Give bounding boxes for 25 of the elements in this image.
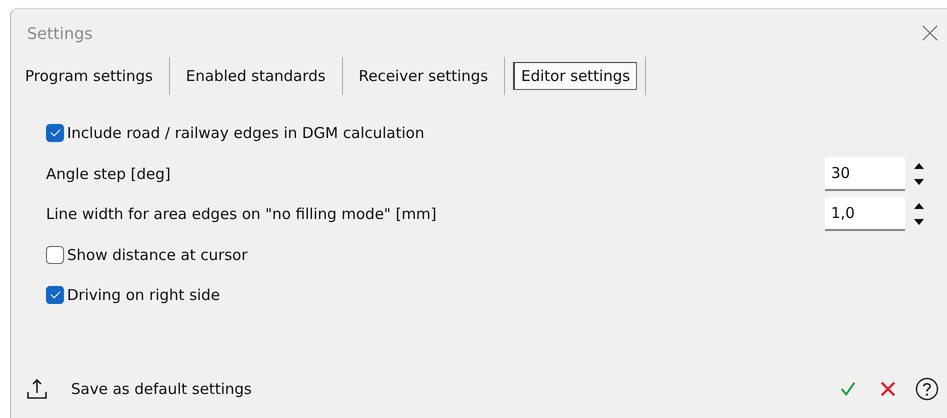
checkbox-label[interactable]: Driving on right side bbox=[67, 286, 220, 304]
down-arrow-icon[interactable] bbox=[913, 218, 925, 226]
down-arrow-icon[interactable] bbox=[913, 178, 925, 186]
up-arrow-icon[interactable] bbox=[913, 202, 925, 210]
tab[interactable]: Program settings bbox=[17, 63, 161, 89]
check-icon[interactable] bbox=[839, 380, 857, 398]
close-icon[interactable] bbox=[921, 24, 939, 42]
checkbox[interactable] bbox=[46, 124, 64, 142]
cancel-icon[interactable] bbox=[879, 380, 897, 398]
help-icon[interactable] bbox=[915, 377, 939, 401]
setting-label: Angle step [deg] bbox=[46, 164, 171, 183]
setting-label: Line width for area edges on "no filling mode" [mm] bbox=[46, 205, 437, 224]
checkbox-label[interactable]: Include road / railway edges in DGM calculation bbox=[67, 124, 424, 142]
up-arrow-icon[interactable] bbox=[913, 162, 925, 170]
window-title: Settings bbox=[27, 24, 94, 42]
checkbox-label[interactable]: Show distance at cursor bbox=[67, 246, 248, 264]
checkbox[interactable] bbox=[46, 246, 64, 264]
tab[interactable]: Enabled standards bbox=[178, 63, 334, 89]
tab[interactable]: Receiver settings bbox=[350, 63, 496, 89]
tab[interactable]: Editor settings bbox=[513, 62, 638, 90]
number-field[interactable]: 30 bbox=[825, 156, 905, 191]
number-field[interactable]: 1,0 bbox=[825, 197, 905, 232]
upload-icon[interactable] bbox=[25, 377, 49, 401]
save-default-link[interactable]: Save as default settings bbox=[71, 380, 252, 398]
checkbox[interactable] bbox=[46, 286, 64, 304]
